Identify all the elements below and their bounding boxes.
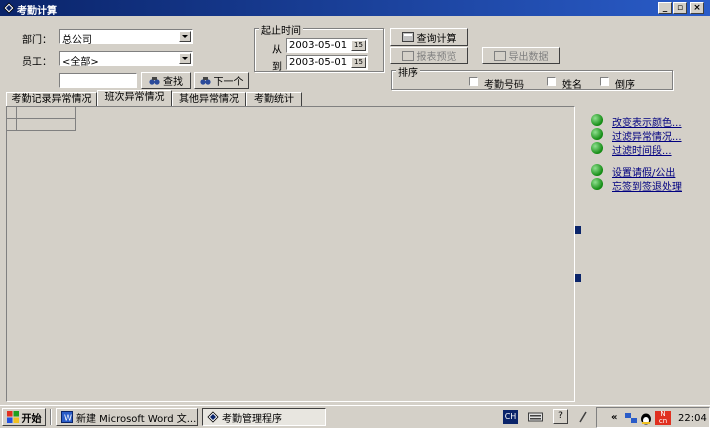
go-icon [591,164,603,176]
binoculars-icon [199,77,211,85]
side-link-label[interactable]: 设置请假/公出 [612,164,675,179]
title-bar[interactable]: 考勤计算 _ ▫ × [0,0,710,17]
time-range-title: 起止时间 [259,22,303,37]
grid-row-header[interactable] [7,119,17,131]
employee-select[interactable]: <全部> [59,51,193,68]
taskbar-divider [50,409,52,425]
taskbar-word-label: 新建 Microsoft Word 文... [76,413,197,425]
sort-title: 排序 [396,64,420,79]
query-button[interactable]: 查询计算 [390,28,468,46]
taskbar-attendance-label: 考勤管理程序 [222,413,282,425]
calculator-icon [401,32,414,42]
side-link-label[interactable]: 改变表示颜色... [612,114,682,129]
report-preview-label: 报表预览 [416,52,457,63]
tab-shift-exceptions[interactable]: 班次异常情况 [97,90,172,107]
find-next-label: 下一个 [213,77,244,88]
go-icon [591,178,603,190]
to-date-value: 2003-05-01 [289,57,348,68]
chevron-down-icon[interactable] [179,31,191,42]
side-link-label[interactable]: 过滤时间段... [612,142,672,157]
restore-button[interactable]: ▫ [673,2,687,14]
search-input[interactable] [59,73,137,88]
calendar-icon[interactable]: 15 [351,40,366,51]
export-label: 导出数据 [508,52,549,63]
taskbar-word[interactable]: W 新建 Microsoft Word 文... [56,408,198,426]
binoculars-icon [149,77,160,85]
dept-value: 总公司 [62,35,92,46]
grid-cell[interactable] [17,119,76,131]
app-icon [207,411,219,423]
calendar-icon[interactable]: 15 [351,57,366,68]
from-date-picker[interactable]: 2003-05-01 15 [286,38,368,53]
pen-icon[interactable] [578,410,588,424]
sort-by-id-label: 考勤号码 [484,80,524,91]
go-icon [591,142,603,154]
employee-label: 员工： [22,57,52,68]
taskbar: 开始 W 新建 Microsoft Word 文... 考勤管理程序 CH ? … [0,405,710,428]
sort-by-name-checkbox[interactable] [547,77,556,86]
qq-penguin-icon[interactable] [639,411,653,425]
export-button[interactable]: 导出数据 [482,47,560,64]
app-icon [3,2,15,14]
word-icon: W [61,411,73,423]
export-icon [493,50,506,61]
minimize-button[interactable]: _ [658,2,672,14]
query-label: 查询计算 [416,33,457,45]
system-tray: « Ncn 22:04 [596,407,710,428]
keyboard-icon[interactable] [528,410,543,424]
tab-record-exceptions[interactable]: 考勤记录异常情况 [6,92,97,107]
to-label: 到 [272,62,282,73]
employee-value: <全部> [62,57,99,68]
find-next-button[interactable]: 下一个 [194,72,249,89]
go-icon [591,114,603,126]
start-button[interactable]: 开始 [2,408,46,426]
taskbar-attendance[interactable]: 考勤管理程序 [202,408,326,426]
sort-desc-label: 倒序 [615,80,635,91]
side-link-label[interactable]: 过滤异常情况... [612,128,682,143]
splitter-arrow-icon[interactable] [575,226,581,234]
data-grid[interactable] [6,106,575,402]
grid-header-cell[interactable] [17,107,76,119]
find-label: 查找 [163,77,183,88]
go-icon [591,128,603,140]
report-preview-button[interactable]: 报表预览 [390,47,468,64]
windows-logo-icon [6,411,19,423]
start-label: 开始 [21,413,42,425]
clock: 22:04 [678,413,707,424]
tab-other-exceptions[interactable]: 其他异常情况 [172,92,246,107]
sort-by-id-checkbox[interactable] [469,77,478,86]
close-button[interactable]: × [690,2,704,14]
network-icon[interactable] [624,411,638,425]
grid-corner-cell[interactable] [7,107,17,119]
to-date-picker[interactable]: 2003-05-01 15 [286,55,368,70]
tab-statistics[interactable]: 考勤统计 [246,92,302,107]
from-date-value: 2003-05-01 [289,40,348,51]
svg-text:W: W [64,414,72,423]
from-label: 从 [272,45,282,56]
report-icon [401,50,414,61]
tray-expand-icon[interactable]: « [611,412,617,423]
find-button[interactable]: 查找 [141,72,191,89]
splitter[interactable] [575,106,581,402]
dept-label: 部门： [22,35,52,46]
splitter-arrow-icon[interactable] [575,274,581,282]
cn-ime-icon[interactable]: Ncn [655,411,671,425]
sort-desc-checkbox[interactable] [600,77,609,86]
sort-by-name-label: 姓名 [562,80,582,91]
dept-select[interactable]: 总公司 [59,29,193,46]
side-link-label[interactable]: 忘签到签退处理 [612,178,682,193]
window-title: 考勤计算 [17,6,57,17]
chevron-down-icon[interactable] [179,53,191,64]
help-icon[interactable]: ? [553,409,568,424]
language-indicator[interactable]: CH [503,410,518,424]
